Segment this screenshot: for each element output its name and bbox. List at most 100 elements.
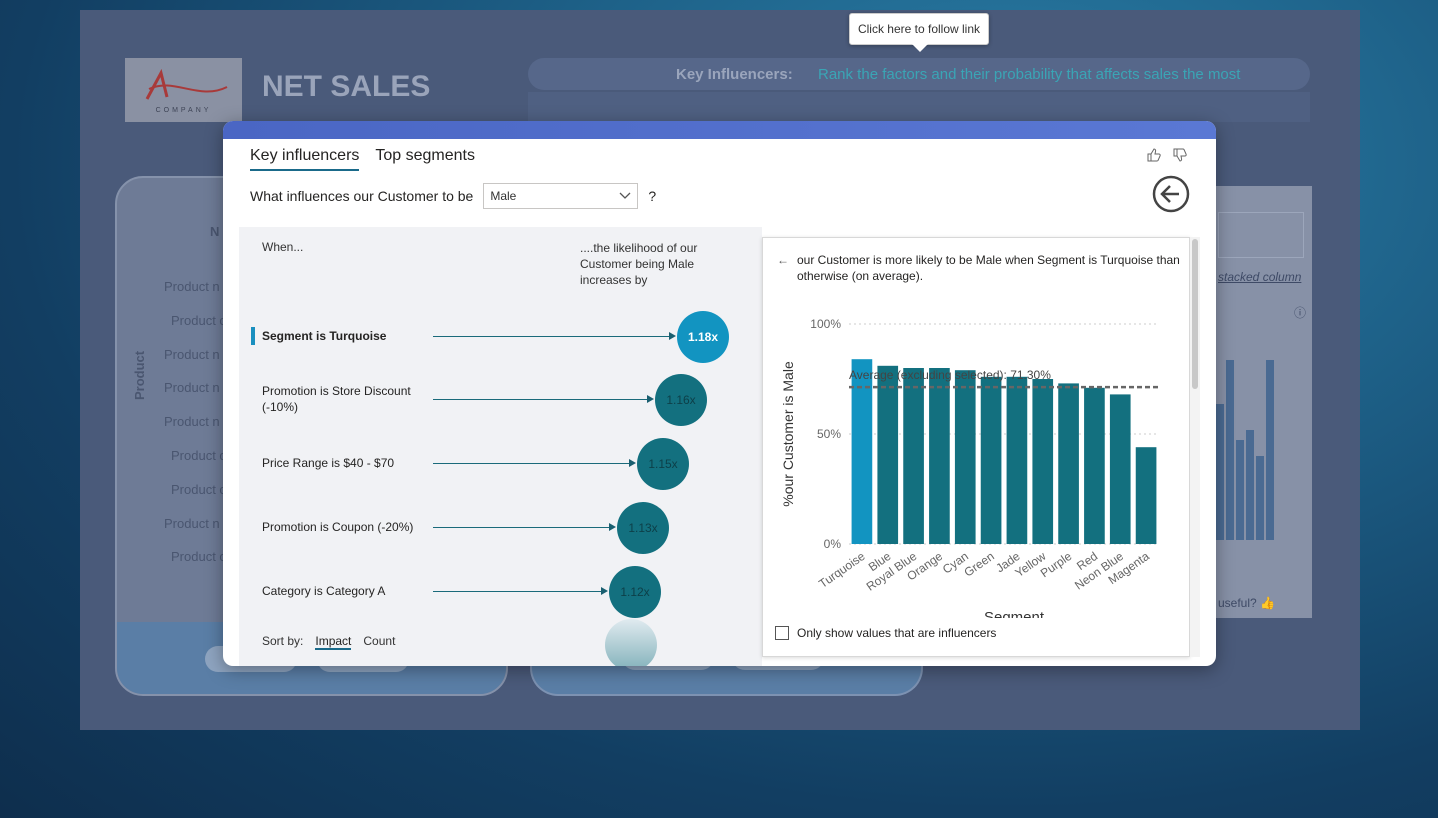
- only-influencers-label: Only show values that are influencers: [797, 626, 997, 640]
- influencer-bubble[interactable]: 1.18x: [677, 311, 729, 363]
- bar-magenta: [1135, 447, 1157, 544]
- average-label: Average (excluding selected): 71.30%: [849, 368, 1051, 382]
- company-logo: COMPANY: [125, 58, 242, 122]
- influencer-bubble[interactable]: 1.12x: [609, 566, 661, 618]
- product-row-label: Product n: [164, 279, 220, 294]
- x-axis-title: Segment: [984, 609, 1045, 618]
- thumbs-up-icon[interactable]: 👍: [1260, 596, 1275, 610]
- thumbs-up-icon[interactable]: [1146, 147, 1162, 163]
- bar-royal-blue: [903, 368, 924, 544]
- influencer-label: Promotion is Store Discount (-10%): [262, 384, 411, 414]
- only-influencers-checkbox[interactable]: [775, 626, 789, 640]
- product-row-label: Product c: [171, 312, 226, 328]
- product-row-label: Product n: [164, 380, 220, 396]
- question-prefix: What influences our Customer to be: [250, 188, 474, 204]
- influencer-row[interactable]: Category is Category A 1.12x: [239, 566, 762, 618]
- influencer-label: Category is Category A: [262, 584, 386, 598]
- influencer-connector: [433, 527, 610, 528]
- product-row-label: Product n: [164, 346, 220, 362]
- useful-label: useful? 👍: [1218, 596, 1275, 610]
- dropdown-value: Male: [490, 189, 517, 203]
- bar-neon-blue: [1109, 394, 1131, 544]
- target-value-dropdown[interactable]: Male: [483, 183, 639, 209]
- follow-link-tooltip: Click here to follow link: [849, 13, 989, 52]
- influencer-connector: [433, 399, 648, 400]
- influencer-row[interactable]: Promotion is Coupon (-20%) 1.13x: [239, 502, 762, 554]
- influencer-connector: [433, 591, 602, 592]
- question-suffix: ?: [648, 188, 657, 204]
- y-tick-label: 0%: [824, 537, 842, 551]
- page-title: NET SALES: [262, 70, 431, 103]
- bg-bar: [1266, 360, 1274, 540]
- info-icon[interactable]: ⓘ: [1294, 304, 1306, 321]
- influencer-bubble[interactable]: 1.15x: [637, 438, 689, 490]
- scrollbar-thumb[interactable]: [1192, 239, 1198, 389]
- influencer-label: Segment is Turquoise: [262, 329, 387, 343]
- product-row-label: Product c: [171, 448, 226, 463]
- influencer-label: Promotion is Coupon (-20%): [262, 520, 414, 534]
- banner-underbar: [528, 92, 1310, 122]
- back-arrow-icon[interactable]: [1152, 175, 1190, 213]
- arrow-head-icon: [609, 523, 616, 531]
- detail-text: our Customer is more likely to be Male w…: [797, 253, 1180, 283]
- arrow-head-icon: [629, 459, 636, 467]
- stacked-column-link[interactable]: stacked column: [1218, 270, 1301, 284]
- right-card-input[interactable]: [1218, 212, 1304, 258]
- influencer-bubble[interactable]: 1.13x: [617, 502, 669, 554]
- likelihood-label: ....the likelihood of our Customer being…: [580, 241, 698, 287]
- bg-bar: [1256, 456, 1264, 540]
- sort-by-label: Sort by:: [262, 634, 304, 648]
- bg-bar: [1226, 360, 1234, 540]
- key-influencers-label: Key Influencers:: [676, 66, 793, 83]
- bar-yellow: [1032, 379, 1054, 544]
- segment-bar-chart: 0%50%100%TurquoiseBlueRoyal BlueOrangeCy…: [780, 317, 1159, 618]
- tab-key-influencers[interactable]: Key influencers: [250, 147, 360, 171]
- key-influencers-modal: Key influencers Top segments What influe…: [223, 121, 1216, 666]
- bar-blue: [877, 365, 899, 544]
- detail-explanation: ← our Customer is more likely to be Male…: [777, 252, 1182, 284]
- partial-bubble: [605, 619, 657, 666]
- bar-green: [980, 376, 1002, 544]
- modal-header-bar: [223, 121, 1216, 139]
- product-axis-label: Product: [132, 350, 147, 400]
- influencer-row[interactable]: Price Range is $40 - $70 1.15x: [239, 438, 762, 490]
- influencer-row[interactable]: Promotion is Store Discount (-10%) 1.16x: [239, 374, 762, 426]
- sort-count-option[interactable]: Count: [363, 634, 395, 650]
- x-tick-label: Green: [961, 549, 996, 580]
- y-tick-label: 100%: [810, 317, 841, 331]
- only-influencers-toggle[interactable]: Only show values that are influencers: [775, 626, 996, 640]
- product-row-label: Product n: [164, 515, 220, 531]
- thumbs-down-icon[interactable]: [1172, 147, 1188, 163]
- arrow-head-icon: [601, 587, 608, 595]
- key-influencers-link[interactable]: Rank the factors and their probability t…: [818, 66, 1240, 83]
- bg-bar: [1216, 404, 1224, 540]
- when-label: When...: [262, 240, 304, 254]
- influencer-row[interactable]: Segment is Turquoise 1.18x: [239, 311, 762, 363]
- y-tick-label: 50%: [817, 427, 841, 441]
- detail-scrollbar[interactable]: [1190, 237, 1200, 657]
- sort-impact-option[interactable]: Impact: [315, 634, 352, 650]
- y-axis-title: %our Customer is Male: [780, 361, 796, 507]
- logo-company-text: COMPANY: [155, 106, 212, 114]
- influence-question: What influences our Customer to be Male …: [250, 183, 656, 209]
- influencer-connector: [433, 463, 630, 464]
- product-row-label: Product n: [164, 414, 220, 430]
- influencer-detail-panel: ← our Customer is more likely to be Male…: [762, 237, 1190, 657]
- tab-top-segments[interactable]: Top segments: [375, 147, 475, 171]
- arrow-head-icon: [647, 395, 654, 403]
- product-row-label: Product c: [171, 481, 226, 497]
- bar-orange: [929, 368, 950, 544]
- tab-bar: Key influencers Top segments: [250, 147, 475, 171]
- bar-red: [1084, 387, 1105, 544]
- detail-back-icon[interactable]: ←: [777, 252, 789, 284]
- bar-jade: [1006, 376, 1028, 544]
- bg-bar: [1246, 430, 1254, 540]
- feedback-buttons: [1146, 147, 1188, 163]
- influencer-bubble[interactable]: 1.16x: [655, 374, 707, 426]
- card-heading-partial: N: [210, 224, 220, 239]
- product-row-label: Product c: [171, 549, 226, 565]
- arrow-head-icon: [669, 332, 676, 340]
- bg-bar: [1236, 440, 1244, 540]
- bar-cyan: [954, 370, 976, 544]
- bar-purple: [1058, 383, 1079, 544]
